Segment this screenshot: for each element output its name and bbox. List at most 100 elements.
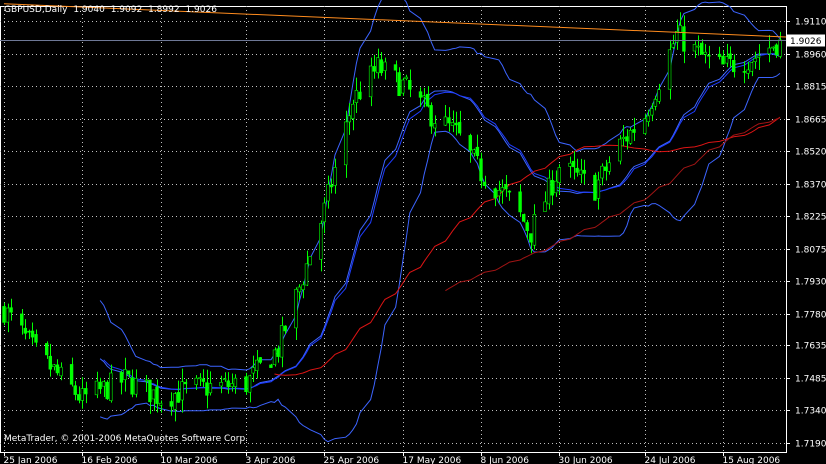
y-tick-label: 1.8370 [795,181,826,191]
candle-body [297,286,302,293]
candle-body [418,91,423,98]
candle-body [272,349,277,365]
y-tick-label: 1.7485 [795,375,826,385]
candle-body [746,69,750,74]
candle-body [450,122,455,126]
candle-body [343,121,348,166]
candle-body [667,49,672,90]
candle-body [194,377,198,385]
x-tick-label: 25 Jan 2006 [4,456,58,464]
candle-body [724,56,729,64]
candle-body [646,115,651,123]
candle-body [443,116,448,126]
candle-body [767,47,772,55]
candle-body [247,375,252,393]
candle-body [155,386,159,404]
candle-body [703,51,707,55]
header-period: Daily [45,5,68,15]
candle-body [383,61,387,71]
candle-body [5,307,10,323]
x-tick-label: 3 Apr 2006 [246,456,296,464]
candle-body [425,93,430,107]
y-tick-label: 1.9110 [795,18,826,28]
candle-body [575,167,579,173]
candle-body [682,26,686,52]
candle-body [731,59,736,73]
candle-body [134,378,138,395]
candle-body [379,59,383,74]
candle-body [771,46,775,49]
candle-body [678,25,683,33]
candle-body [550,180,554,196]
candle-body [180,381,184,401]
candle-body [73,385,77,395]
candle-body [625,136,629,142]
candle-body [728,53,732,59]
candle-body [255,359,259,372]
candle-body [48,355,53,370]
candle-body [500,187,504,192]
candle-body [322,202,326,223]
candle-body [329,184,334,188]
candle-body [432,123,437,129]
candle-body [404,76,408,79]
candle-body [77,394,81,401]
candle-body [671,43,675,48]
candle-body [482,181,487,187]
candle-body [226,380,230,388]
candle-body [397,72,401,97]
candle-body [223,378,227,380]
candle-body [568,162,572,167]
candle-body [308,256,312,266]
candle-body [628,130,633,144]
candle-body [158,402,163,406]
y-tick-label: 1.8225 [795,213,826,223]
candle-body [176,392,181,403]
candle-body [368,65,373,98]
candle-body [429,105,433,127]
candle-body [518,191,522,213]
candle-body [2,306,6,323]
chart-background [0,0,826,464]
y-tick-label: 1.8815 [795,83,826,93]
candle-body [546,177,551,205]
candle-body [169,401,173,407]
header-low: 1.8992 [148,5,180,15]
chart-header: GBPUSD,Daily 1.9040 1.9092 1.8992 1.9026 [4,5,217,15]
candle-body [94,380,99,396]
candle-body [571,160,576,168]
candle-body [753,57,757,62]
candle-body [422,95,426,98]
candle-body [447,117,451,124]
y-tick-label: 1.7340 [795,407,826,417]
candle-body [553,180,558,194]
candle-body [269,364,273,368]
y-tick-label: 1.7930 [795,278,826,288]
candle-body [80,388,85,401]
candle-body [151,389,156,400]
candle-body [304,263,309,286]
candle-body [582,169,586,174]
candle-body [756,55,761,58]
x-tick-label: 17 May 2006 [403,456,462,464]
candle-body [642,118,647,134]
candle-body [692,44,697,52]
y-tick-label: 1.8075 [795,246,826,256]
candle-body [98,381,102,390]
candle-body [30,330,35,338]
current-price-label: 1.9026 [790,37,822,47]
y-tick-label: 1.8665 [795,116,826,126]
y-tick-label: 1.8520 [795,148,826,158]
x-tick-label: 10 Mar 2006 [161,456,218,464]
candle-body [717,53,722,57]
candle-body [294,289,298,329]
candle-body [600,165,604,179]
candle-body [375,57,380,74]
price-chart[interactable]: 1.9110 1.8960 1.8815 1.8665 1.8520 1.8370 1.82… [0,0,826,464]
y-tick-label: 1.7780 [795,311,826,321]
candle-body [400,79,405,94]
candle-body [621,137,626,140]
candle-body [358,91,362,100]
header-symbol: GBPUSD [4,5,42,15]
candle-body [205,382,209,396]
